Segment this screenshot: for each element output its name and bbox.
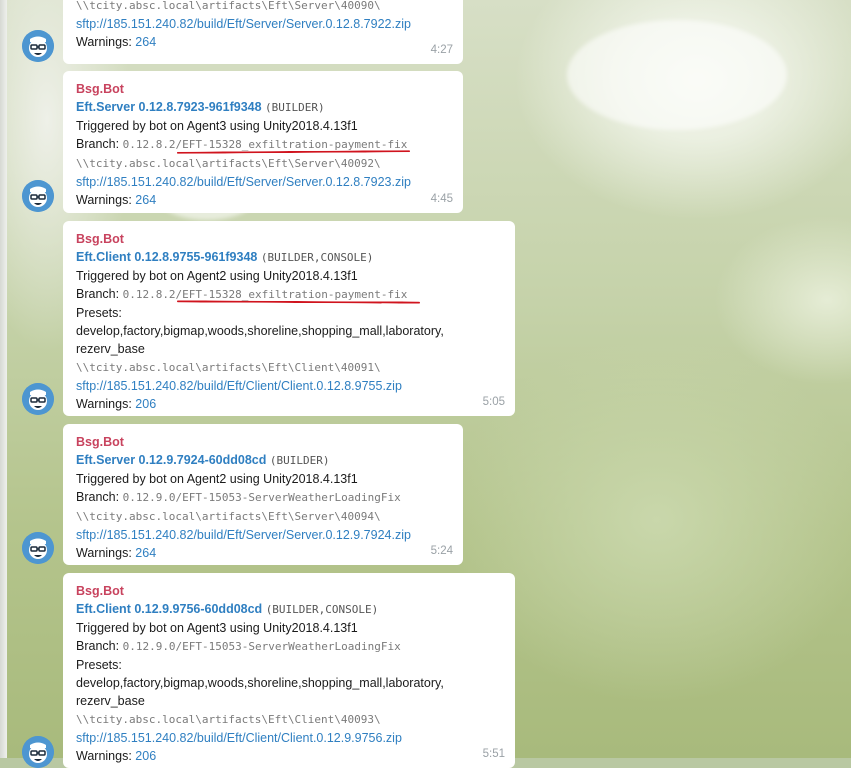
triggered-text: Triggered by bot on Agent3 using Unity20… <box>76 621 358 635</box>
artifacts-path[interactable]: \\tcity.absc.local\artifacts\Eft\Client\… <box>76 713 381 726</box>
branch-name[interactable]: 0.12.9.0/EFT-15053-ServerWeatherLoadingF… <box>123 491 401 504</box>
warnings-count[interactable]: 264 <box>135 193 156 207</box>
artifacts-path[interactable]: \\tcity.absc.local\artifacts\Eft\Server\… <box>76 157 381 170</box>
build-tags: (BUILDER,CONSOLE) <box>260 251 374 264</box>
presets-list-cont: rezerv_base <box>76 342 145 356</box>
warnings-count[interactable]: 264 <box>135 546 156 560</box>
triggered-text: Triggered by bot on Agent3 using Unity20… <box>76 119 358 133</box>
sftp-link[interactable]: sftp://185.151.240.82/build/Eft/Client/C… <box>76 731 402 745</box>
build-tags: (BUILDER) <box>269 454 330 467</box>
branch-label: Branch: <box>76 490 120 504</box>
sftp-link[interactable]: sftp://185.151.240.82/build/Eft/Server/S… <box>76 17 411 31</box>
sftp-link[interactable]: sftp://185.151.240.82/build/Eft/Server/S… <box>76 175 411 189</box>
message-time: 4:45 <box>430 193 453 205</box>
artifacts-path[interactable]: \\tcity.absc.local\artifacts\Eft\Client\… <box>76 361 381 374</box>
artifacts-path[interactable]: \\tcity.absc.local\artifacts\Eft\Server\… <box>76 510 381 523</box>
branch-label: Branch: <box>76 639 120 653</box>
message-bubble: \\tcity.absc.local\artifacts\Eft\Server\… <box>63 0 463 64</box>
warnings-label: Warnings: <box>76 749 132 763</box>
sender-name[interactable]: Bsg.Bot <box>76 584 124 598</box>
warnings-count[interactable]: 206 <box>135 749 156 763</box>
bot-avatar-icon[interactable] <box>22 180 54 212</box>
message-bubble: Bsg.Bot Eft.Client 0.12.9.9756-60dd08cd … <box>63 573 515 768</box>
sender-name[interactable]: Bsg.Bot <box>76 232 124 246</box>
warnings-label: Warnings: <box>76 546 132 560</box>
build-link[interactable]: Eft.Client 0.12.9.9756-60dd08cd <box>76 602 262 616</box>
branch-name[interactable]: 0.12.8.2/EFT-15328_exfiltration-payment-… <box>123 138 408 151</box>
presets-list-cont: rezerv_base <box>76 694 145 708</box>
artifacts-path[interactable]: \\tcity.absc.local\artifacts\Eft\Server\… <box>76 0 381 12</box>
bot-avatar-icon[interactable] <box>22 383 54 415</box>
message-bubble: Bsg.Bot Eft.Server 0.12.9.7924-60dd08cd … <box>63 424 463 565</box>
branch-name[interactable]: 0.12.8.2/EFT-15328_exfiltration-payment-… <box>123 288 408 301</box>
branch-label: Branch: <box>76 137 120 151</box>
window-left-edge <box>0 0 7 758</box>
sender-name[interactable]: Bsg.Bot <box>76 82 124 96</box>
triggered-text: Triggered by bot on Agent2 using Unity20… <box>76 269 358 283</box>
presets-label: Presets: <box>76 306 122 320</box>
warnings-count[interactable]: 264 <box>135 35 156 49</box>
bot-avatar-icon[interactable] <box>22 532 54 564</box>
message-time: 4:27 <box>430 44 453 56</box>
build-tags: (BUILDER,CONSOLE) <box>265 603 379 616</box>
build-tags: (BUILDER) <box>265 101 325 114</box>
bot-avatar-icon[interactable] <box>22 736 54 768</box>
sftp-link[interactable]: sftp://185.151.240.82/build/Eft/Client/C… <box>76 379 402 393</box>
presets-list: develop,factory,bigmap,woods,shoreline,s… <box>76 676 444 690</box>
build-link[interactable]: Eft.Server 0.12.9.7924-60dd08cd <box>76 453 266 467</box>
message-time: 5:24 <box>430 545 453 557</box>
message-bubble: Bsg.Bot Eft.Client 0.12.8.9755-961f9348 … <box>63 221 515 416</box>
warnings-label: Warnings: <box>76 397 132 411</box>
bot-avatar-icon[interactable] <box>22 30 54 62</box>
build-link[interactable]: Eft.Client 0.12.8.9755-961f9348 <box>76 250 257 264</box>
branch-label: Branch: <box>76 287 120 301</box>
build-link[interactable]: Eft.Server 0.12.8.7923-961f9348 <box>76 100 262 114</box>
message-bubble: Bsg.Bot Eft.Server 0.12.8.7923-961f9348 … <box>63 71 463 213</box>
warnings-label: Warnings: <box>76 193 132 207</box>
message-time: 5:51 <box>482 748 505 760</box>
red-annotation-underline <box>176 150 410 154</box>
triggered-text: Triggered by bot on Agent2 using Unity20… <box>76 472 358 486</box>
message-time: 5:05 <box>482 396 505 408</box>
warnings-label: Warnings: <box>76 35 132 49</box>
presets-list: develop,factory,bigmap,woods,shoreline,s… <box>76 324 444 338</box>
red-annotation-underline <box>176 300 420 304</box>
sender-name[interactable]: Bsg.Bot <box>76 435 124 449</box>
warnings-count[interactable]: 206 <box>135 397 156 411</box>
presets-label: Presets: <box>76 658 122 672</box>
sftp-link[interactable]: sftp://185.151.240.82/build/Eft/Server/S… <box>76 528 411 542</box>
branch-name[interactable]: 0.12.9.0/EFT-15053-ServerWeatherLoadingF… <box>123 640 401 653</box>
